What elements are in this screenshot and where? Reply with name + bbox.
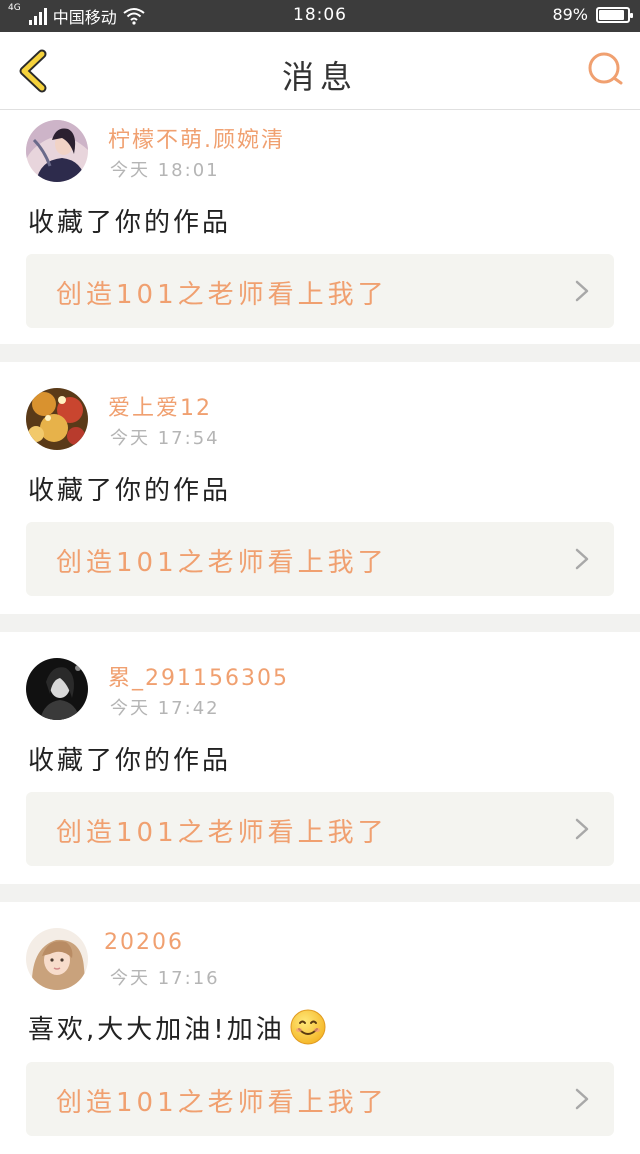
notification-message: 收藏了你的作品 [28, 476, 232, 506]
timestamp: 今天 17:42 [110, 698, 220, 719]
notification-card: 20206 今天 17:16 喜欢,大大加油!加油 创造101之老师看上我了 [0, 902, 640, 1154]
chevron-right-icon [575, 548, 589, 570]
card-divider [0, 344, 640, 362]
battery-percent: 89% [552, 5, 588, 24]
username[interactable]: 柠檬不萌.顾婉清 [108, 122, 285, 154]
nav-bar: 消息 [0, 32, 640, 110]
work-title: 创造101之老师看上我了 [56, 280, 388, 310]
avatar[interactable] [26, 120, 88, 182]
notification-message: 收藏了你的作品 [28, 746, 232, 776]
chevron-right-icon [575, 1088, 589, 1110]
search-button[interactable] [586, 50, 626, 90]
work-link[interactable]: 创造101之老师看上我了 [26, 1062, 614, 1136]
timestamp: 今天 18:01 [110, 160, 220, 181]
timestamp: 今天 17:54 [110, 428, 220, 449]
clock: 18:06 [293, 5, 347, 25]
username[interactable]: 爱上爱12 [108, 390, 212, 422]
card-divider [0, 884, 640, 902]
avatar[interactable] [26, 928, 88, 990]
battery-level [599, 9, 624, 20]
username[interactable]: 20206 [104, 930, 184, 955]
work-link[interactable]: 创造101之老师看上我了 [26, 254, 614, 328]
battery-icon [596, 6, 633, 23]
smiley-emoji-icon [290, 1009, 326, 1045]
chevron-right-icon [575, 818, 589, 840]
search-icon [588, 52, 623, 85]
work-title: 创造101之老师看上我了 [56, 1088, 388, 1118]
status-right: 89% [552, 5, 633, 24]
status-bar: 4G 中国移动 18:06 89% [0, 0, 640, 32]
page-title: 消息 [281, 58, 358, 96]
notification-card: 累_291156305 今天 17:42 收藏了你的作品 创造101之老师看上我… [0, 632, 640, 884]
timestamp: 今天 17:16 [110, 968, 220, 989]
notification-card: 爱上爱12 今天 17:54 收藏了你的作品 创造101之老师看上我了 [0, 362, 640, 614]
work-title: 创造101之老师看上我了 [56, 548, 388, 578]
avatar[interactable] [26, 388, 88, 450]
chevron-right-icon [575, 280, 589, 302]
notification-message: 收藏了你的作品 [28, 208, 232, 238]
username[interactable]: 累_291156305 [108, 660, 289, 692]
work-title: 创造101之老师看上我了 [56, 818, 388, 848]
work-link[interactable]: 创造101之老师看上我了 [26, 792, 614, 866]
notification-feed: 柠檬不萌.顾婉清 今天 18:01 收藏了你的作品 创造101之老师看上我了 爱 [0, 110, 640, 1154]
card-divider [0, 614, 640, 632]
message-text: 喜欢,大大加油!加油 [28, 1014, 285, 1045]
notification-message: 喜欢,大大加油!加油 [28, 1008, 327, 1046]
work-link[interactable]: 创造101之老师看上我了 [26, 522, 614, 596]
notification-card: 柠檬不萌.顾婉清 今天 18:01 收藏了你的作品 创造101之老师看上我了 [0, 110, 640, 344]
avatar[interactable] [26, 658, 88, 720]
